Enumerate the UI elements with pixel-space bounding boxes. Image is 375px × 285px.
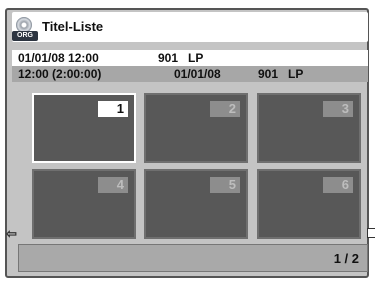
title-thumbnail-1[interactable]: 1 xyxy=(32,93,136,163)
title-thumbnail-4[interactable]: 4 xyxy=(32,169,136,239)
thumbnail-grid: 1 2 3 4 5 6 xyxy=(30,92,368,239)
page-indicator: 1 / 2 xyxy=(333,251,359,266)
thumbnail-number: 5 xyxy=(210,177,240,193)
thumbnail-number: 6 xyxy=(323,177,353,193)
title-thumbnail-5[interactable]: 5 xyxy=(144,169,248,239)
selected-channel: 901 xyxy=(258,67,279,81)
selected-title-info: 12:00 (2:00:00) 01/01/08 901 LP xyxy=(12,66,368,82)
thumbnail-number: 1 xyxy=(98,101,128,117)
current-datetime: 01/01/08 12:00 xyxy=(18,51,99,65)
org-badge: ORG xyxy=(12,31,38,41)
current-recording-info: 01/01/08 12:00 901 LP xyxy=(12,50,368,66)
footer-bar: 1 / 2 xyxy=(18,244,368,272)
selected-mode: LP xyxy=(288,67,304,81)
next-page-arrow-icon[interactable] xyxy=(367,228,375,238)
title-thumbnail-6[interactable]: 6 xyxy=(257,169,361,239)
page-title: Titel-Liste xyxy=(42,19,104,34)
thumbnail-number: 2 xyxy=(210,101,240,117)
thumbnail-number: 3 xyxy=(323,101,353,117)
selected-date: 01/01/08 xyxy=(174,67,221,81)
thumbnail-number: 4 xyxy=(98,177,128,193)
current-channel: 901 xyxy=(158,51,179,65)
previous-page-arrow-icon[interactable]: ⇦ xyxy=(6,226,17,242)
current-mode: LP xyxy=(188,51,204,65)
selected-time-range: 12:00 (2:00:00) xyxy=(18,67,102,81)
title-thumbnail-2[interactable]: 2 xyxy=(144,93,248,163)
title-thumbnail-3[interactable]: 3 xyxy=(257,93,361,163)
